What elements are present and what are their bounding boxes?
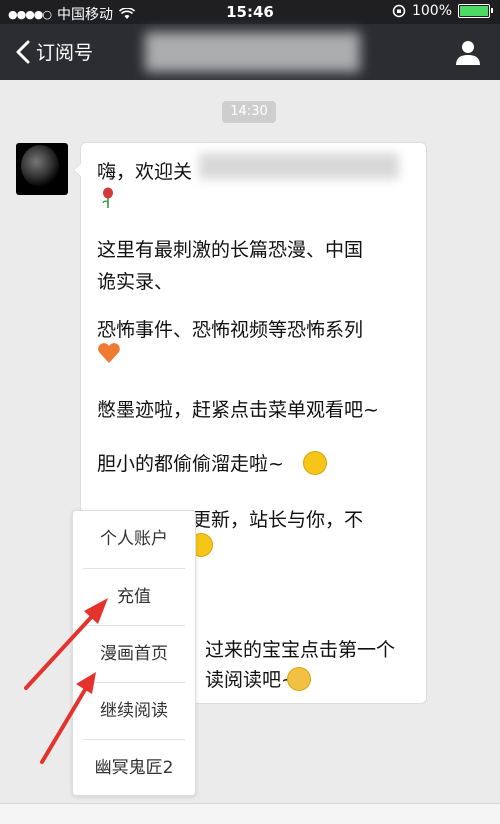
status-right: 100%: [392, 3, 493, 19]
back-label: 订阅号: [36, 42, 94, 64]
rose-icon: [102, 187, 113, 208]
nav-bar: 订阅号: [0, 24, 500, 80]
back-button[interactable]: 订阅号: [14, 38, 93, 65]
emoji-icon: [287, 667, 311, 691]
avatar[interactable]: [16, 143, 68, 195]
menu-item-comic-home[interactable]: 漫画首页: [73, 626, 195, 682]
blurred-text: [199, 153, 399, 179]
message-line: 这里有最刺激的长篇恐漫、中国: [97, 239, 364, 261]
message-line: 恐怖事件、恐怖视频等恐怖系列: [97, 319, 364, 341]
battery-label: 100%: [411, 3, 452, 19]
menu-item-series[interactable]: 幽冥鬼匠2: [73, 740, 195, 796]
menu-item-recharge[interactable]: 充值: [73, 569, 195, 625]
chevron-left-icon: [16, 40, 30, 63]
battery-fill: [460, 6, 488, 16]
heart-icon: [98, 343, 120, 363]
orientation-lock-icon: [392, 4, 406, 18]
emoji-icon: [303, 451, 327, 475]
menu-bar: [0, 803, 500, 824]
status-bar: ●●●●○ 中国移动 15:46 100%: [0, 0, 500, 24]
menu-item-account[interactable]: 个人账户: [73, 511, 195, 567]
popup-menu: 个人账户 充值 漫画首页 继续阅读 幽冥鬼匠2: [72, 510, 196, 796]
blurred-title: [145, 32, 360, 72]
message-line: 诡实录、: [97, 271, 174, 293]
message-line: 憋墨迹啦，赶紧点击菜单观看吧~: [97, 399, 379, 421]
battery-icon: [458, 4, 493, 18]
message-timestamp: 14:30: [222, 101, 276, 123]
message-line: 读阅读吧~: [205, 669, 297, 691]
message-line: 过来的宝宝点击第一个: [205, 639, 396, 661]
message-line: 胆小的都偷偷溜走啦~: [97, 453, 284, 475]
avatar-image: [21, 145, 59, 187]
profile-icon[interactable]: [454, 38, 482, 66]
message-line: 嗨，欢迎关: [97, 161, 193, 183]
chat-area[interactable]: 14:30 嗨，欢迎关 这里有最刺激的长篇恐漫、中国 诡实录、 恐怖事件、恐怖视…: [0, 80, 500, 824]
menu-item-continue-reading[interactable]: 继续阅读: [73, 683, 195, 739]
